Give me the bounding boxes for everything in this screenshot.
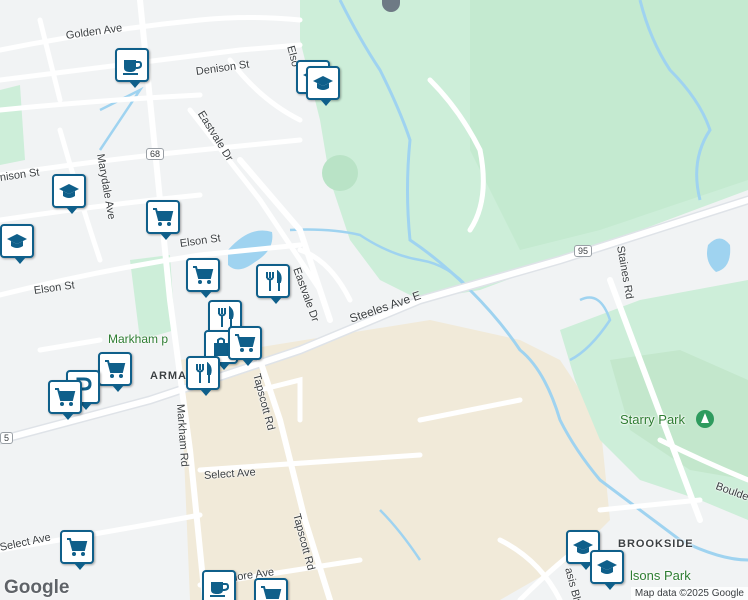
poi-school-6[interactable] xyxy=(590,550,624,590)
park-label-starry-park: Starry Park xyxy=(620,412,686,427)
shopping-cart-icon xyxy=(235,334,256,352)
graduation-cap-icon xyxy=(313,76,333,90)
graduation-cap-icon xyxy=(597,560,617,574)
shopping-cart-icon xyxy=(55,388,76,406)
poi-grocery-7[interactable] xyxy=(254,578,288,600)
poi-grocery-6[interactable] xyxy=(60,530,94,570)
shopping-cart-icon xyxy=(261,586,282,599)
poi-restaurant-3[interactable] xyxy=(186,356,220,396)
poi-grocery-3[interactable] xyxy=(228,326,262,366)
fork-knife-icon xyxy=(266,270,282,291)
shopping-cart-icon xyxy=(67,538,88,556)
fork-knife-icon xyxy=(196,362,212,383)
coffee-cup-icon xyxy=(123,60,143,75)
park-label-markham-park: Markham p xyxy=(108,332,169,346)
fork-knife-icon xyxy=(218,306,234,327)
map-base-layer xyxy=(0,0,748,600)
route-shield-68: 68 xyxy=(146,148,165,160)
shopping-cart-icon xyxy=(193,266,214,284)
route-shield-95: 95 xyxy=(574,245,593,257)
graduation-cap-icon xyxy=(59,184,79,198)
park-label-parsons-park: lsons Park xyxy=(630,568,691,583)
poi-school-3[interactable] xyxy=(52,174,86,214)
google-logo: Google xyxy=(4,577,70,598)
map-canvas[interactable]: Golden Ave Denison St Elso Eastvale Dr M… xyxy=(0,0,748,600)
coffee-cup-icon xyxy=(210,582,230,597)
poi-school-4[interactable] xyxy=(0,224,34,264)
poi-grocery-5[interactable] xyxy=(48,380,82,420)
route-shield-5: 5 xyxy=(0,432,14,444)
park-tree-icon xyxy=(696,410,714,428)
poi-restaurant-1[interactable] xyxy=(256,264,290,304)
poi-cafe-2[interactable] xyxy=(202,570,236,600)
shopping-cart-icon xyxy=(153,208,174,226)
poi-grocery-2[interactable] xyxy=(186,258,220,298)
poi-school-2[interactable] xyxy=(306,66,340,106)
poi-cafe-1[interactable] xyxy=(115,48,149,88)
district-label-brookside: BROOKSIDE xyxy=(618,538,694,550)
graduation-cap-icon xyxy=(7,234,27,248)
poi-grocery-1[interactable] xyxy=(146,200,180,240)
shopping-cart-icon xyxy=(105,360,126,378)
district-label-armadale: ARMA xyxy=(150,370,187,382)
poi-grocery-4[interactable] xyxy=(98,352,132,392)
map-attribution: Map data ©2025 Google xyxy=(630,587,748,600)
